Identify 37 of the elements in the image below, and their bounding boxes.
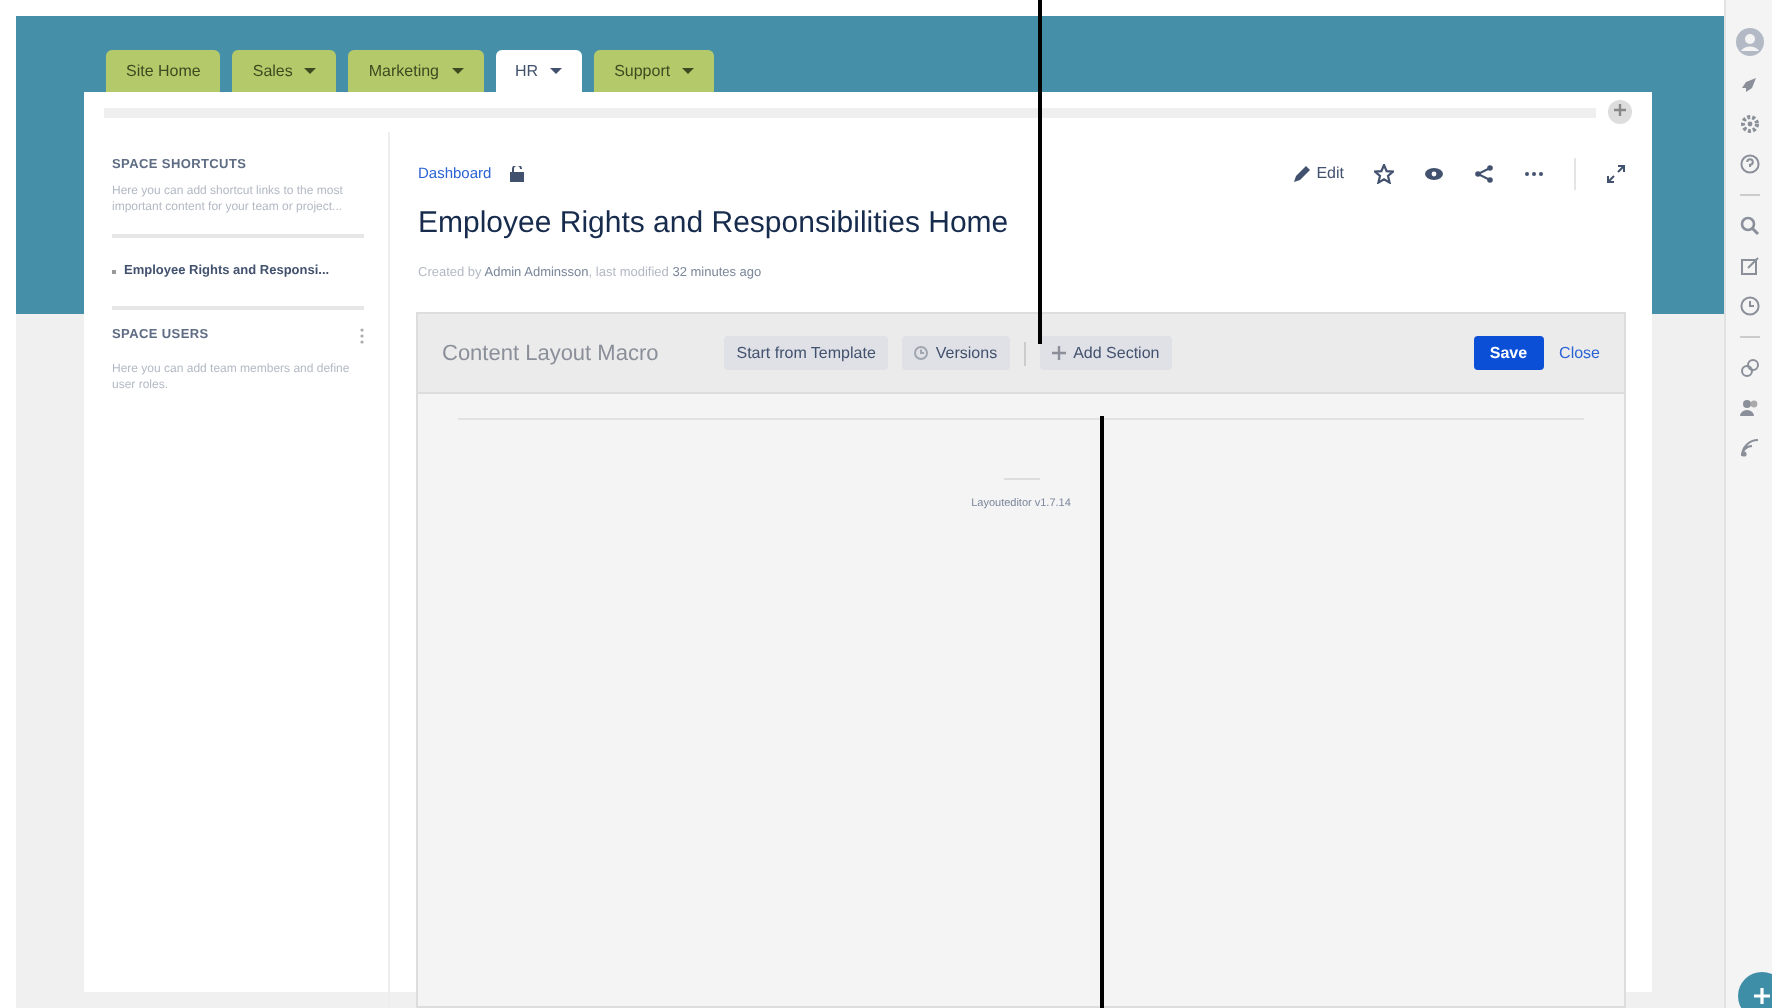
plus-icon: [1754, 988, 1770, 1004]
users-icon[interactable]: [1739, 398, 1759, 418]
expand-icon[interactable]: [1606, 164, 1626, 184]
rocket-icon[interactable]: [1740, 76, 1758, 94]
help-icon[interactable]: [1739, 154, 1759, 174]
link-icon[interactable]: [1739, 358, 1759, 378]
star-icon[interactable]: [1374, 164, 1394, 184]
caret-icon: [451, 68, 463, 74]
lock-icon[interactable]: [509, 166, 524, 182]
template-button[interactable]: Start from Template: [724, 336, 888, 371]
close-link[interactable]: Close: [1559, 341, 1600, 366]
clock-icon: [913, 346, 928, 361]
feed-icon[interactable]: [1739, 438, 1759, 458]
save-button[interactable]: Save: [1473, 336, 1544, 371]
nav-tab[interactable]: HR: [495, 50, 583, 92]
eye-icon[interactable]: [1424, 164, 1444, 184]
avatar-icon[interactable]: [1735, 28, 1763, 56]
caret-icon: [304, 68, 317, 74]
page-title: Employee Rights and Responsibilities Home: [418, 204, 1011, 244]
edit-button[interactable]: Edit: [1294, 162, 1344, 186]
clock-icon[interactable]: [1739, 296, 1759, 316]
macro-title: Content Layout Macro: [442, 339, 659, 369]
nav-tab[interactable]: Site Home: [106, 50, 221, 92]
search-icon[interactable]: [1739, 216, 1759, 236]
nav-tab[interactable]: Marketing: [348, 50, 483, 92]
versions-button[interactable]: Versions: [901, 336, 1010, 371]
caret-icon: [550, 68, 563, 74]
caret-icon: [682, 68, 695, 74]
nav-tab[interactable]: Support: [594, 50, 715, 92]
nav-tab[interactable]: Sales: [232, 50, 337, 92]
settings-icon[interactable]: [1739, 114, 1759, 134]
plus-icon: [1051, 346, 1066, 361]
pencil-icon: [1294, 166, 1311, 182]
note-edit-icon[interactable]: [1739, 256, 1759, 276]
add-icon[interactable]: [1608, 100, 1632, 124]
add-button[interactable]: Add Section: [1039, 336, 1172, 371]
share-icon[interactable]: [1474, 164, 1494, 184]
